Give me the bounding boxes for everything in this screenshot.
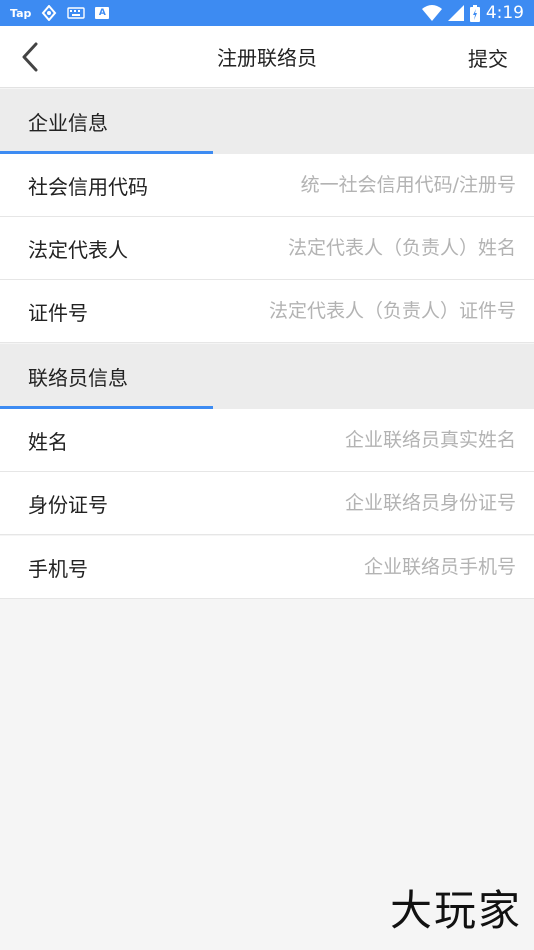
contact-id-input[interactable] bbox=[120, 492, 516, 514]
submit-button[interactable]: 提交 bbox=[468, 43, 508, 72]
status-bar: Tap A 4:19 bbox=[0, 0, 534, 26]
field-label: 手机号 bbox=[28, 556, 88, 581]
field-label: 身份证号 bbox=[28, 492, 108, 517]
field-label: 姓名 bbox=[28, 429, 68, 454]
wifi-icon bbox=[421, 5, 442, 21]
signal-icon bbox=[447, 5, 464, 21]
credit-code-input[interactable] bbox=[160, 174, 516, 196]
section-title: 企业信息 bbox=[28, 111, 108, 135]
page-title: 注册联络员 bbox=[217, 46, 317, 70]
status-time: 4:19 bbox=[485, 3, 524, 23]
section-contact-info: 联络员信息 bbox=[0, 344, 534, 409]
back-arrow-icon[interactable] bbox=[14, 40, 48, 74]
battery-icon bbox=[469, 4, 480, 22]
legal-rep-id-input[interactable] bbox=[100, 300, 516, 322]
section-enterprise-info: 企业信息 bbox=[0, 89, 534, 154]
field-row-credit-code: 社会信用代码 bbox=[0, 154, 534, 217]
contact-name-input[interactable] bbox=[80, 429, 516, 451]
tap-label: Tap bbox=[10, 6, 32, 20]
sync-icon bbox=[42, 5, 57, 21]
watermark: 大玩家 bbox=[389, 886, 522, 935]
contact-phone-input[interactable] bbox=[100, 556, 516, 578]
field-row-contact-phone: 手机号 bbox=[0, 536, 534, 599]
keyboard-icon bbox=[67, 7, 86, 19]
field-label: 法定代表人 bbox=[28, 237, 128, 262]
field-label: 社会信用代码 bbox=[28, 174, 148, 199]
field-row-legal-rep: 法定代表人 bbox=[0, 217, 534, 280]
field-row-contact-name: 姓名 bbox=[0, 409, 534, 472]
legal-rep-name-input[interactable] bbox=[140, 237, 516, 259]
field-row-id-number: 证件号 bbox=[0, 280, 534, 343]
field-row-contact-id: 身份证号 bbox=[0, 472, 534, 535]
section-title: 联络员信息 bbox=[28, 366, 128, 390]
a-icon: A bbox=[95, 7, 110, 19]
field-label: 证件号 bbox=[28, 300, 88, 325]
nav-bar: 注册联络员 提交 bbox=[0, 26, 534, 88]
